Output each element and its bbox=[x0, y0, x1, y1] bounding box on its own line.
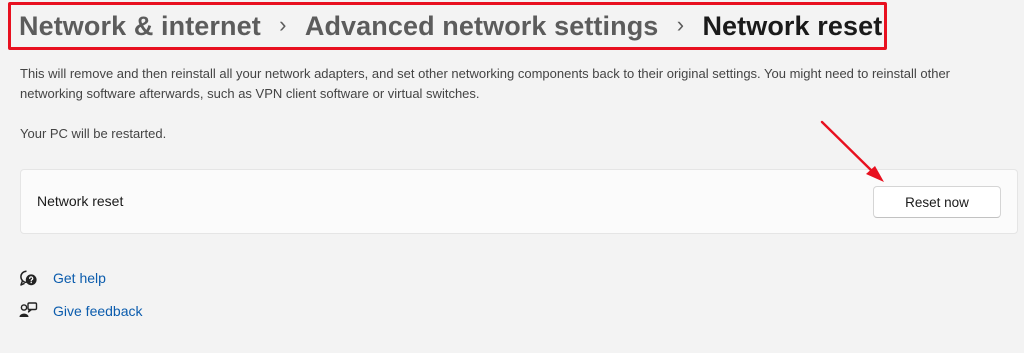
get-help-icon bbox=[20, 270, 37, 286]
breadcrumb: Network & internet › Advanced network se… bbox=[19, 7, 882, 45]
restart-note: Your PC will be restarted. bbox=[20, 126, 167, 141]
give-feedback-row[interactable]: Give feedback bbox=[18, 300, 143, 322]
description-text: This will remove and then reinstall all … bbox=[20, 66, 951, 101]
chevron-right-icon: › bbox=[279, 12, 287, 37]
get-help-row[interactable]: Get help bbox=[18, 267, 106, 289]
breadcrumb-item-network-internet[interactable]: Network & internet bbox=[19, 11, 261, 42]
annotation-arrow-icon bbox=[820, 120, 884, 182]
reset-now-button[interactable]: Reset now bbox=[873, 186, 1001, 218]
get-help-link[interactable]: Get help bbox=[53, 270, 106, 286]
network-reset-label: Network reset bbox=[37, 193, 124, 209]
feedback-icon bbox=[19, 302, 38, 317]
give-feedback-link[interactable]: Give feedback bbox=[53, 303, 143, 319]
chevron-right-icon: › bbox=[676, 12, 685, 37]
breadcrumb-item-advanced-network-settings[interactable]: Advanced network settings bbox=[305, 11, 659, 42]
page-title: Network reset bbox=[702, 10, 883, 41]
